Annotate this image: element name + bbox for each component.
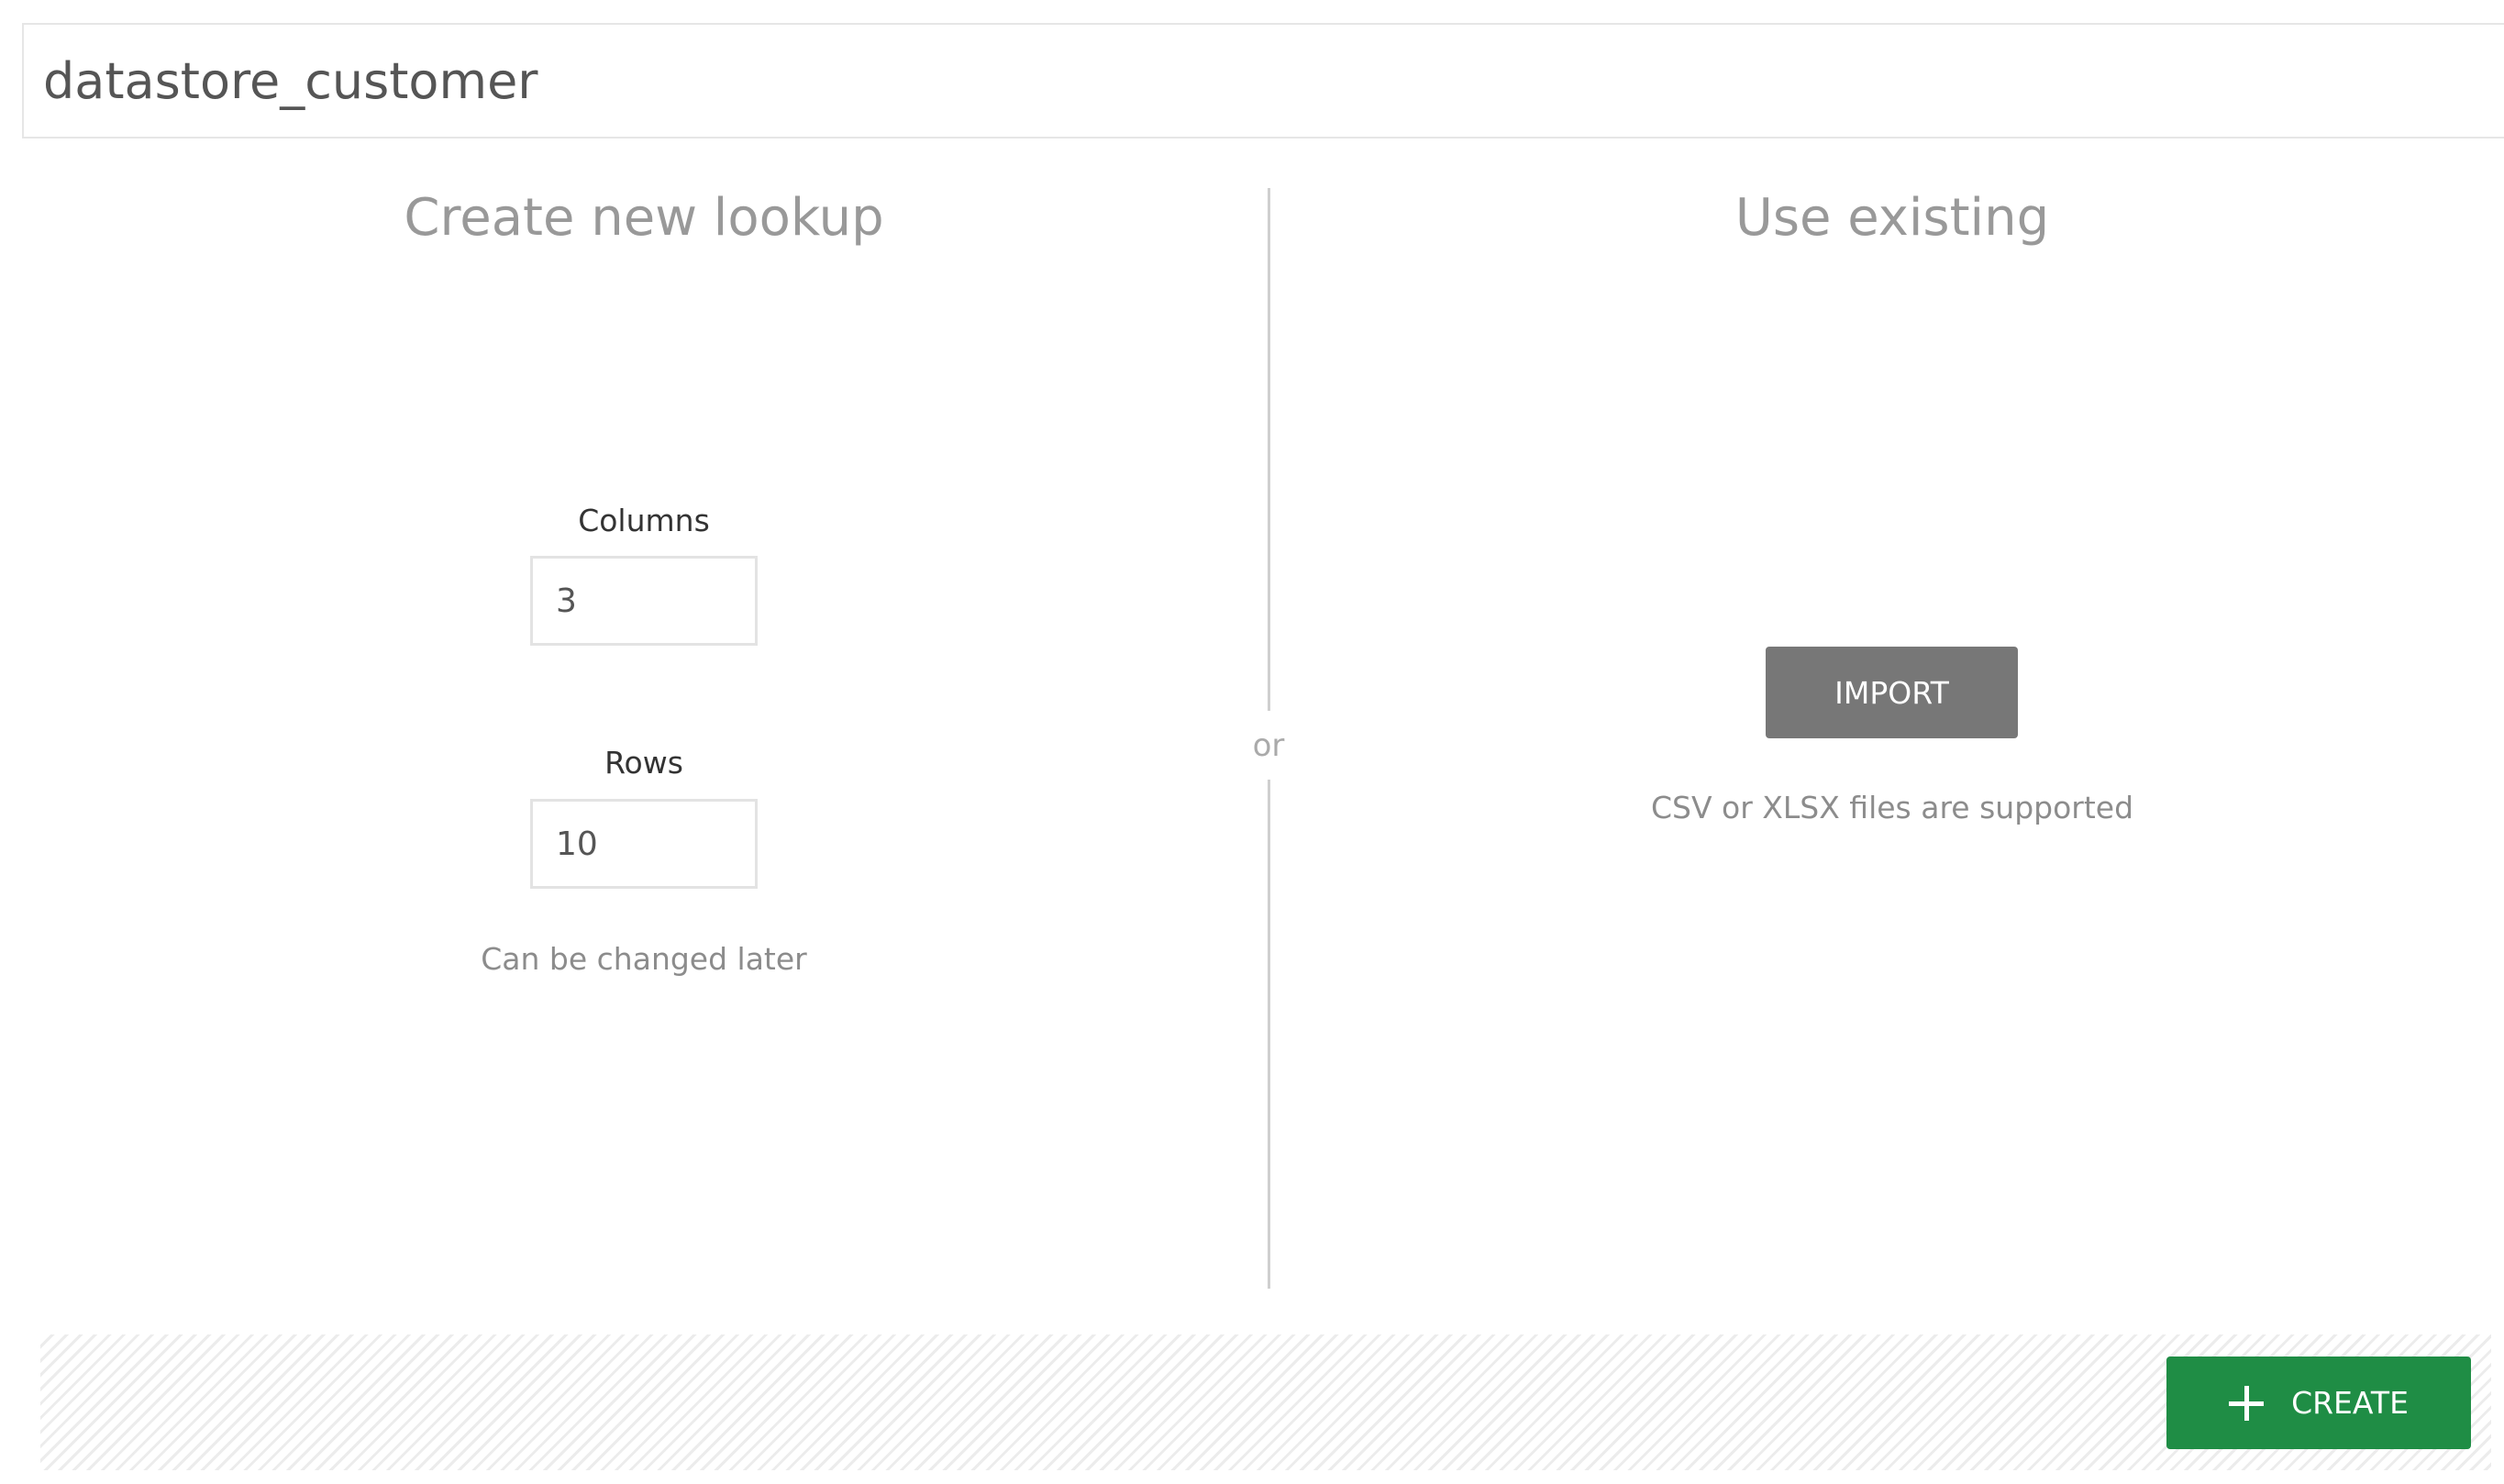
import-button[interactable]: IMPORT: [1766, 647, 2018, 738]
rows-input[interactable]: [530, 799, 758, 889]
create-new-lookup-title: Create new lookup: [404, 188, 884, 248]
use-existing-title: Use existing: [1734, 188, 2050, 248]
lookup-name-input[interactable]: [24, 25, 2504, 137]
rows-label: Rows: [604, 745, 683, 781]
lookup-name-bar[interactable]: [22, 23, 2504, 138]
vertical-divider-top: [1268, 188, 1270, 711]
create-button-label: CREATE: [2291, 1385, 2409, 1421]
can-be-changed-hint: Can be changed later: [481, 941, 807, 977]
or-label: or: [1252, 727, 1285, 764]
columns-label: Columns: [578, 503, 710, 538]
columns-input[interactable]: [530, 556, 758, 646]
footer-bar: [40, 1334, 2491, 1470]
vertical-divider-bottom: [1268, 780, 1270, 1289]
plus-icon: [2229, 1385, 2265, 1421]
create-button[interactable]: CREATE: [2166, 1357, 2471, 1449]
supported-files-hint: CSV or XLSX files are supported: [1650, 790, 2134, 825]
